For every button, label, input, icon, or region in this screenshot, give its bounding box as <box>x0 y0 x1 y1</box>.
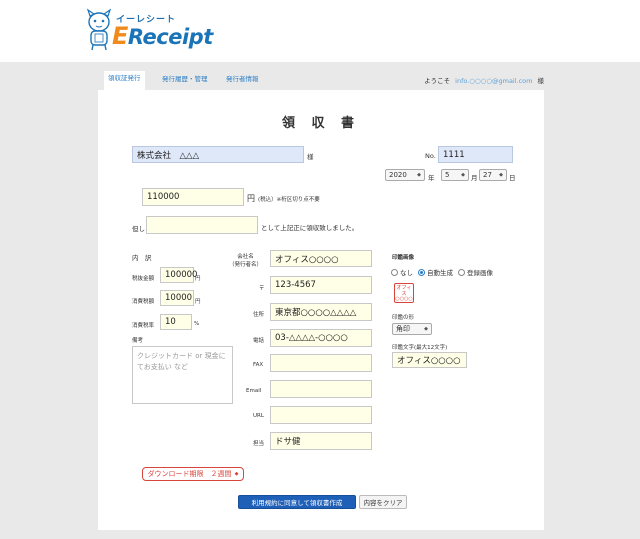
memo-label: 備考 <box>132 338 144 344</box>
breakdown-heading: 内 訳 <box>132 254 152 262</box>
seal-text-label: 印鑑文字(最大12文字) <box>392 345 448 351</box>
clear-button[interactable]: 内容をクリア <box>359 495 407 509</box>
month-select[interactable]: 5 ◆ <box>441 169 469 181</box>
welcome-email: info.○○○○@gmail.com <box>455 77 533 85</box>
seal-option-auto[interactable]: 自動生成 <box>418 267 453 277</box>
zip-label: 〒 <box>259 286 265 292</box>
tadashi-input[interactable] <box>146 216 258 234</box>
chevron-down-icon: ◆ <box>234 471 239 477</box>
tax-unit: 円 <box>195 299 201 305</box>
nav-bar: 領収証発行 発行履歴・管理 発行者情報 ようこそ info.○○○○@gmail.… <box>98 68 544 91</box>
net-amount-input[interactable]: 100000 <box>160 267 197 283</box>
receipt-no-input[interactable]: 1111 <box>438 146 513 163</box>
rate-label: 消費税率 <box>132 323 155 329</box>
seal-shape-label: 印鑑の形 <box>392 315 415 321</box>
radio-icon <box>458 268 465 276</box>
amount-note: (税込）※桁区切り点不要 <box>258 197 320 203</box>
logo-e-letter: E <box>112 22 128 50</box>
year-select[interactable]: 2020 ◆ <box>385 169 425 181</box>
seal-option-none-label: なし <box>400 269 413 277</box>
seal-option-none[interactable]: なし <box>391 267 413 277</box>
recipient-input[interactable]: 株式会社 △△△ <box>132 146 304 163</box>
seal-preview: オフィス○○○○ <box>394 283 414 303</box>
company-label-2: （発行者名） <box>229 262 263 268</box>
net-unit: 円 <box>195 276 201 282</box>
tel-input[interactable]: 03-△△△△-○○○○ <box>270 329 372 347</box>
net-label: 税抜金額 <box>132 276 155 282</box>
chevron-down-icon: ◆ <box>499 172 503 178</box>
company-label-1: 会社名 <box>237 254 254 260</box>
welcome-prefix: ようこそ <box>424 77 451 85</box>
url-input[interactable] <box>270 406 372 424</box>
welcome-suffix: 様 <box>537 77 545 85</box>
month-value: 5 <box>445 171 450 179</box>
chevron-down-icon: ◆ <box>417 172 421 178</box>
tax-rate-input[interactable]: 10 <box>160 314 192 330</box>
logo-text: EReceipt <box>112 22 213 50</box>
seal-option-registered[interactable]: 登録画像 <box>458 267 493 277</box>
chevron-down-icon: ◆ <box>424 326 428 332</box>
logo[interactable]: イーレシート EReceipt <box>84 6 213 56</box>
fax-input[interactable] <box>270 354 372 372</box>
seal-shape-select[interactable]: 角印 ◆ <box>392 323 432 335</box>
url-label: URL <box>253 413 264 419</box>
receipt-form-panel: 領 収 書 株式会社 △△△ 様 No. 1111 2020 ◆ 年 5 ◆ 月 2… <box>98 90 544 530</box>
amount-input[interactable]: 110000 <box>142 188 244 206</box>
fax-label: FAX <box>253 362 264 368</box>
tax-amount-input[interactable]: 10000 <box>160 290 194 306</box>
seal-shape-value: 角印 <box>396 325 410 333</box>
tax-label: 消費税額 <box>132 299 155 305</box>
day-value: 27 <box>483 171 492 179</box>
app-header: イーレシート EReceipt <box>0 0 640 62</box>
company-label: 会社名 （発行者名） <box>229 253 262 269</box>
download-expiry-value: ダウンロード期限 ２週間 <box>147 470 232 478</box>
seal-option-auto-label: 自動生成 <box>427 269 453 277</box>
day-select[interactable]: 27 ◆ <box>479 169 507 181</box>
mascot-icon <box>86 8 112 51</box>
address-label: 住所 <box>253 312 265 318</box>
radio-icon <box>418 268 425 276</box>
year-label: 年 <box>428 174 435 182</box>
email-input[interactable] <box>270 380 372 398</box>
day-label: 日 <box>509 174 516 182</box>
person-input[interactable]: ドサ健 <box>270 432 372 450</box>
create-receipt-button[interactable]: 利用規約に同意して領収書作成 <box>238 495 356 509</box>
email-label: Email <box>246 388 262 394</box>
logo-receipt: Receipt <box>127 25 213 49</box>
page-title: 領 収 書 <box>281 116 361 131</box>
tab-issue[interactable]: 領収証発行 <box>104 71 145 91</box>
tel-label: 電話 <box>253 338 265 344</box>
person-label: 担当 <box>253 441 265 447</box>
tadashi-suffix: として上記正に領収致しました。 <box>261 224 359 232</box>
welcome-text: ようこそ info.○○○○@gmail.com 様 <box>424 75 544 85</box>
zip-input[interactable]: 123-4567 <box>270 276 372 294</box>
seal-heading: 印鑑画像 <box>392 255 415 261</box>
company-input[interactable]: オフィス○○○○ <box>270 250 372 267</box>
seal-text-input[interactable]: オフィス○○○○ <box>392 352 467 368</box>
radio-icon <box>391 268 398 276</box>
download-expiry-select[interactable]: ダウンロード期限 ２週間 ◆ <box>142 467 244 481</box>
chevron-down-icon: ◆ <box>461 172 465 178</box>
tadashi-label: 但し <box>132 225 145 233</box>
receipt-no-label: No. <box>425 152 436 160</box>
rate-unit: % <box>194 321 200 327</box>
tab-issuer-info[interactable]: 発行者情報 <box>222 72 263 90</box>
address-input[interactable]: 東京都○○○○△△△△ <box>270 303 372 321</box>
month-label: 月 <box>471 174 478 182</box>
amount-unit: 円 <box>247 194 255 203</box>
memo-textarea[interactable]: クレジットカード or 現金にてお支払い など <box>132 346 233 404</box>
tab-history[interactable]: 発行履歴・管理 <box>158 72 212 90</box>
seal-option-registered-label: 登録画像 <box>467 269 493 277</box>
year-value: 2020 <box>389 171 407 179</box>
recipient-suffix: 様 <box>307 153 314 161</box>
